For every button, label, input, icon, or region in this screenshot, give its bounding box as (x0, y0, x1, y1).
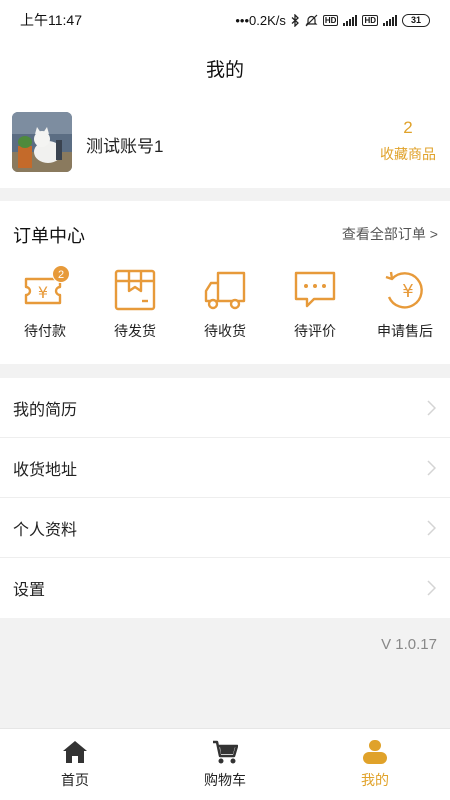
bottom-tab-bar: 首页 购物车 我的 (0, 728, 450, 800)
truck-icon (204, 271, 246, 310)
order-label: 待付款 (24, 323, 66, 339)
cart-icon (213, 740, 238, 764)
menu-label: 设置 (13, 582, 46, 599)
order-pending-shipment[interactable]: 待发货 (90, 267, 180, 341)
status-time: 上午11:47 (20, 12, 82, 28)
battery-icon: 31 (402, 13, 430, 27)
chevron-right-icon (427, 459, 436, 476)
comment-icon (294, 271, 336, 308)
settings-menu: 我的简历 收货地址 个人资料 设置 (0, 378, 450, 618)
menu-label: 我的简历 (13, 401, 78, 419)
tab-mine[interactable]: 我的 (300, 729, 450, 800)
refund-icon: ¥ (385, 271, 423, 309)
tab-label: 首页 (61, 772, 89, 788)
pending-shipment-icon (114, 269, 156, 311)
signal-icon (343, 14, 358, 26)
menu-item-resume[interactable]: 我的简历 (0, 378, 450, 438)
mute-bell-icon (305, 14, 318, 26)
bluetooth-icon (291, 13, 299, 27)
order-center-header: 订单中心 查看全部订单 > (0, 201, 450, 265)
status-bar: 上午11:47 •••0.2K/s HD HD 31 (0, 0, 450, 40)
chevron-right-icon (427, 580, 436, 596)
menu-item-address[interactable]: 收货地址 (0, 438, 450, 498)
pending-payment-badge: 2 (52, 265, 70, 283)
signal-icon-2 (383, 14, 397, 26)
order-label: 待评价 (294, 323, 336, 339)
favorites-label: 收藏商品 (380, 146, 436, 162)
order-center: 订单中心 查看全部订单 > ¥ 2 待付款 待发货 待收货 待评价 ¥ 申请售后 (0, 201, 450, 364)
favorites-button[interactable]: 2 收藏商品 (378, 118, 438, 164)
menu-label: 个人资料 (13, 521, 78, 539)
tab-home[interactable]: 首页 (0, 729, 150, 800)
username: 测试账号1 (86, 137, 164, 156)
favorites-count: 2 (403, 118, 413, 137)
avatar[interactable] (12, 112, 72, 172)
user-icon (363, 740, 387, 764)
order-label: 待收货 (204, 323, 246, 339)
hd-badge-2: HD (362, 14, 378, 26)
app-version: V 1.0.17 (381, 636, 437, 653)
svg-text:¥: ¥ (402, 281, 413, 302)
tab-label: 我的 (361, 772, 389, 788)
tab-cart[interactable]: 购物车 (150, 729, 300, 800)
hd-badge: HD (322, 14, 339, 26)
profile-card[interactable]: 测试账号1 2 收藏商品 (0, 96, 450, 188)
chevron-right-icon (427, 399, 436, 416)
chevron-right-icon (427, 519, 436, 536)
menu-item-settings[interactable]: 设置 (0, 558, 450, 618)
view-all-orders-link[interactable]: 查看全部订单 > (342, 224, 438, 244)
order-pending-review[interactable]: 待评价 (270, 267, 360, 341)
status-indicators: •••0.2K/s HD HD 31 (235, 13, 430, 28)
order-pending-receipt[interactable]: 待收货 (180, 267, 270, 341)
page-title: 我的 (0, 40, 450, 96)
order-label: 申请售后 (377, 323, 433, 339)
menu-label: 收货地址 (13, 461, 78, 479)
order-pending-payment[interactable]: ¥ 2 待付款 (0, 265, 90, 341)
order-after-sales[interactable]: ¥ 申请售后 (360, 267, 450, 341)
network-speed: •••0.2K/s (235, 12, 286, 28)
svg-text:¥: ¥ (38, 283, 48, 302)
order-center-title: 订单中心 (13, 226, 85, 246)
tab-label: 购物车 (204, 772, 246, 788)
menu-item-profile[interactable]: 个人资料 (0, 498, 450, 558)
order-label: 待发货 (114, 323, 156, 339)
home-icon (63, 741, 87, 763)
order-status-row: ¥ 2 待付款 待发货 待收货 待评价 ¥ 申请售后 (0, 265, 450, 341)
